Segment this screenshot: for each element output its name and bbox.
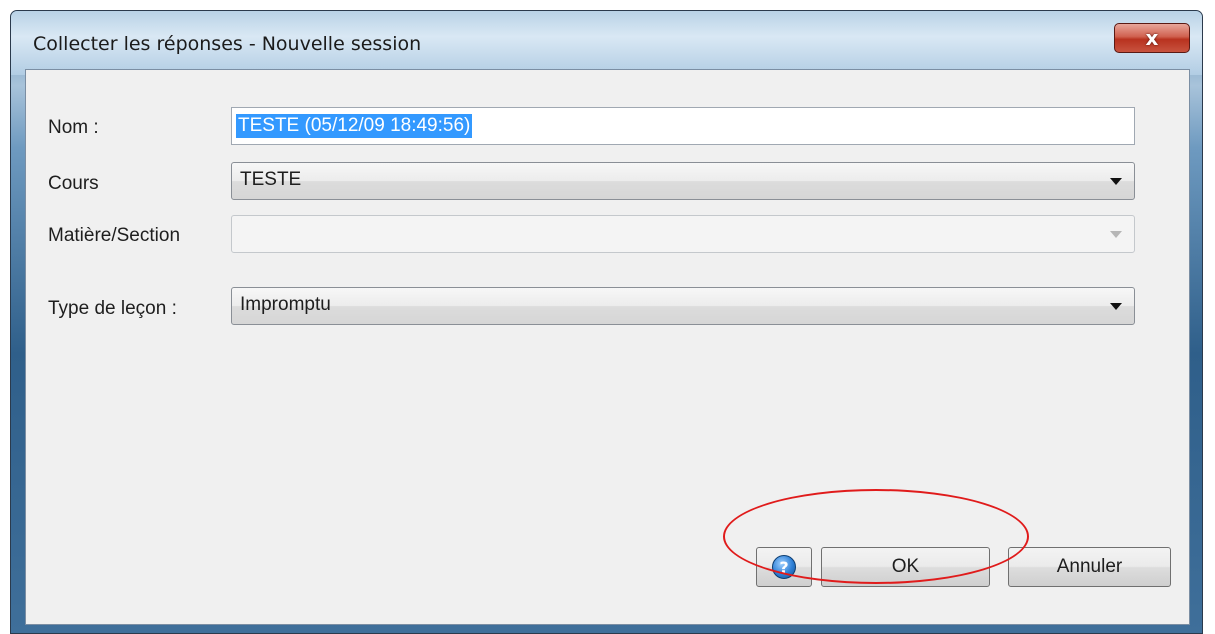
lesson-type-label: Type de leçon :: [48, 298, 177, 319]
lesson-type-select-value: Impromptu: [240, 294, 331, 315]
chevron-down-icon: [1110, 303, 1122, 310]
name-input[interactable]: TESTE (05/12/09 18:49:56): [231, 107, 1135, 145]
dialog-body: Nom : TESTE (05/12/09 18:49:56) Cours TE…: [25, 69, 1190, 625]
chevron-down-icon: [1110, 231, 1122, 238]
close-button[interactable]: x: [1114, 23, 1190, 53]
help-button[interactable]: ?: [756, 547, 812, 587]
lesson-type-select[interactable]: Impromptu: [231, 287, 1135, 325]
window-title: Collecter les réponses - Nouvelle sessio…: [33, 33, 422, 55]
title-bar[interactable]: Collecter les réponses - Nouvelle sessio…: [11, 11, 1202, 75]
close-icon: x: [1145, 26, 1159, 50]
course-select-value: TESTE: [240, 169, 302, 190]
help-icon: ?: [772, 555, 796, 579]
course-select[interactable]: TESTE: [231, 162, 1135, 200]
dialog-window: Collecter les réponses - Nouvelle sessio…: [10, 10, 1203, 634]
ok-button[interactable]: OK: [821, 547, 990, 587]
cancel-button[interactable]: Annuler: [1008, 547, 1171, 587]
cancel-button-label: Annuler: [1056, 556, 1123, 577]
course-label: Cours: [48, 173, 99, 194]
ok-button-label: OK: [891, 556, 920, 577]
chevron-down-icon: [1110, 178, 1122, 185]
subject-label: Matière/Section: [48, 225, 181, 246]
name-input-value: TESTE (05/12/09 18:49:56): [236, 114, 473, 138]
subject-select: [231, 215, 1135, 253]
name-label: Nom :: [48, 117, 99, 138]
